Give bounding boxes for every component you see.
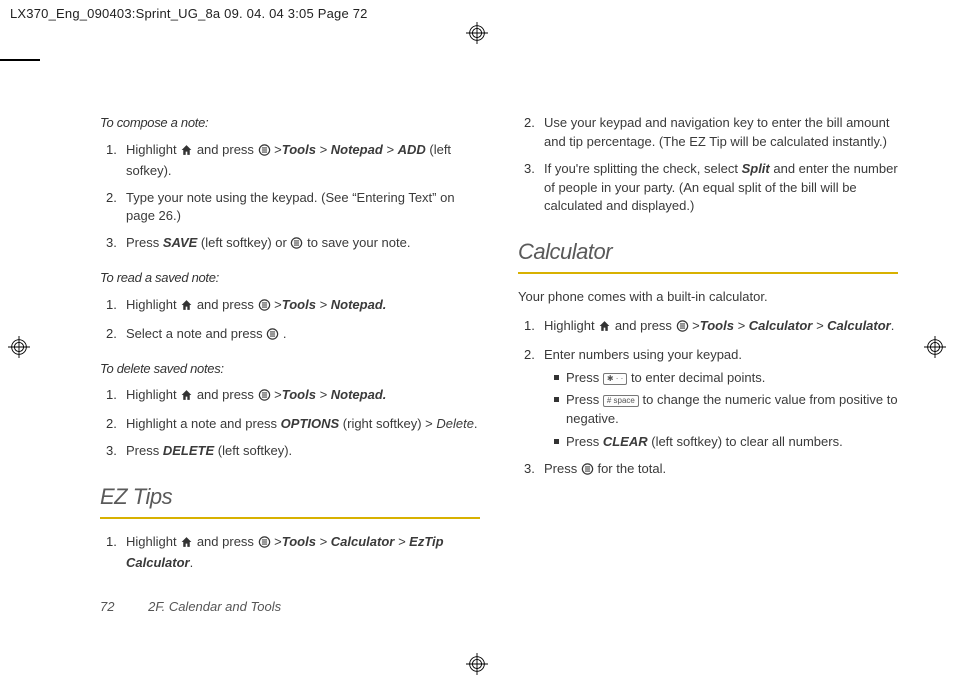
left-column: To compose a note: Highlight and press >… [100,78,480,613]
right-column: Use your keypad and navigation key to en… [518,78,898,613]
home-icon [180,298,193,317]
home-icon [180,388,193,407]
calculator-intro: Your phone comes with a built-in calcula… [518,288,898,307]
subheading-delete: To delete saved notes: [100,360,480,379]
heading-calculator: Calculator [518,236,898,268]
list-item: Press for the total. [518,460,898,481]
registration-mark-icon [8,336,30,358]
crop-mark [0,59,40,61]
section-title: 2F. Calendar and Tools [148,599,281,614]
list-item: Type your note using the keypad. (See “E… [100,189,480,227]
home-icon [180,535,193,554]
subheading-read: To read a saved note: [100,269,480,288]
list-item: If you're splitting the check, select Sp… [518,160,898,217]
subheading-compose: To compose a note: [100,114,480,133]
list-item: Highlight and press >Tools > Notepad. [100,296,480,317]
page-number: 72 [100,599,114,614]
list-item: Highlight and press >Tools > Notepad > A… [100,141,480,181]
list-item: Press ✱ · · to enter decimal points. [554,369,898,388]
list-item: Highlight and press >Tools > Calculator … [100,533,480,573]
menu-icon [258,143,271,162]
registration-mark-icon [466,653,488,675]
list-item: Press SAVE (left softkey) or to save you… [100,234,480,255]
menu-icon [266,327,279,346]
list-item: Press DELETE (left softkey). [100,442,480,461]
page-footer: 72 2F. Calendar and Tools [100,598,281,617]
list-item: Enter numbers using your keypad. Press ✱… [518,346,898,452]
list-item: Highlight and press >Tools > Notepad. [100,386,480,407]
menu-icon [290,236,303,255]
registration-mark-icon [924,336,946,358]
heading-rule [518,272,898,274]
heading-rule [100,517,480,519]
menu-icon [258,388,271,407]
list-item: Select a note and press . [100,325,480,346]
menu-icon [676,319,689,338]
hash-key-icon: # space [603,395,639,407]
list-item: Highlight a note and press OPTIONS (righ… [100,415,480,434]
page-body: To compose a note: Highlight and press >… [100,78,898,613]
heading-ez-tips: EZ Tips [100,481,480,513]
menu-icon [258,535,271,554]
menu-icon [581,462,594,481]
home-icon [180,143,193,162]
list-item: Press # space to change the numeric valu… [554,391,898,429]
list-item: Use your keypad and navigation key to en… [518,114,898,152]
home-icon [598,319,611,338]
star-key-icon: ✱ · · [603,373,627,385]
menu-icon [258,298,271,317]
registration-mark-icon [466,22,488,44]
list-item: Press CLEAR (left softkey) to clear all … [554,433,898,452]
list-item: Highlight and press >Tools > Calculator … [518,317,898,338]
